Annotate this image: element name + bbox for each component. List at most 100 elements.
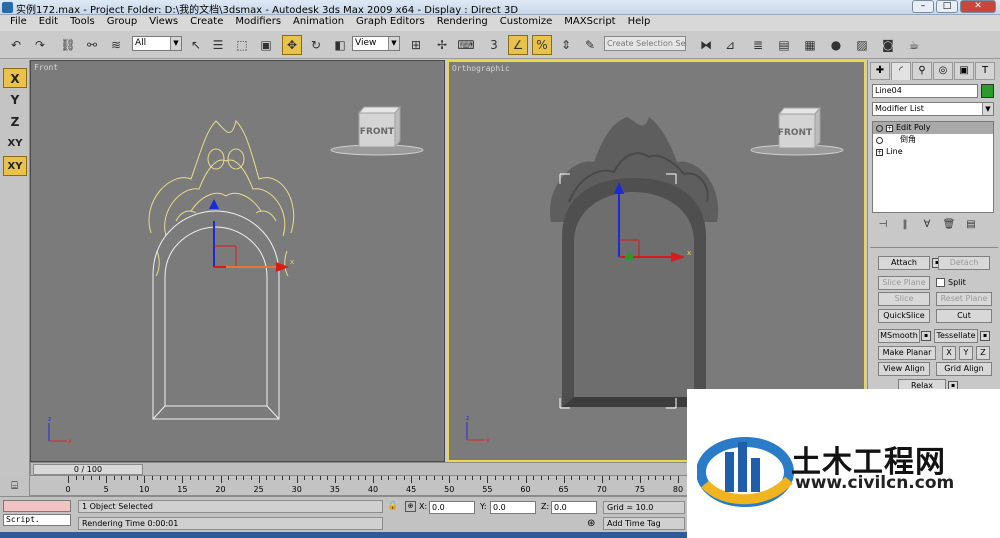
slice-button[interactable]: Slice xyxy=(878,292,930,306)
angle-snap-icon[interactable]: ∠ xyxy=(508,35,528,55)
axis-z-button[interactable]: Z xyxy=(3,112,27,132)
show-end-result-icon[interactable]: ‖ xyxy=(898,219,912,233)
reset-plane-button[interactable]: Reset Plane xyxy=(936,292,992,306)
menu-rendering[interactable]: Rendering xyxy=(431,15,494,31)
layer-manager-icon[interactable]: ≣ xyxy=(748,35,768,55)
x-coordinate-field[interactable]: 0.0 xyxy=(429,501,475,514)
stack-item-line[interactable]: + Line xyxy=(873,146,993,158)
window-crossing-icon[interactable]: ▣ xyxy=(256,35,276,55)
menu-group[interactable]: Group xyxy=(101,15,143,31)
object-color-swatch[interactable] xyxy=(981,84,994,98)
material-editor-icon[interactable]: ● xyxy=(826,35,846,55)
slice-plane-button[interactable]: Slice Plane xyxy=(878,276,930,290)
expand-icon[interactable]: + xyxy=(876,148,883,156)
motion-tab-icon[interactable]: ◎ xyxy=(933,62,953,80)
unlink-icon[interactable]: ⚯ xyxy=(82,35,102,55)
detach-button[interactable]: Detach xyxy=(938,256,990,270)
pivot-center-icon[interactable]: ⊞ xyxy=(406,35,426,55)
axis-y-button[interactable]: Y xyxy=(3,90,27,110)
edit-named-selections-icon[interactable]: ✎ xyxy=(580,35,600,55)
select-and-move-icon[interactable]: ✥ xyxy=(282,35,302,55)
make-planar-button[interactable]: Make Planar xyxy=(878,346,936,360)
snaps-toggle-icon[interactable]: 3 xyxy=(484,35,504,55)
redo-icon[interactable]: ↷ xyxy=(30,35,50,55)
minimize-button[interactable]: – xyxy=(912,0,934,13)
msmooth-button[interactable]: MSmooth xyxy=(878,329,920,343)
cut-button[interactable]: Cut xyxy=(936,309,992,323)
menu-tools[interactable]: Tools xyxy=(64,15,101,31)
lock-selection-icon[interactable]: 🔒 xyxy=(387,501,398,511)
quick-render-icon[interactable]: ☕ xyxy=(904,35,924,55)
remove-modifier-icon[interactable]: 🗑 xyxy=(942,219,956,233)
make-unique-icon[interactable]: ∀ xyxy=(920,219,934,233)
absolute-mode-toggle-icon[interactable]: ⊕ xyxy=(405,501,416,512)
named-selection-set-field[interactable]: Create Selection Set xyxy=(604,36,686,51)
axis-xy-button[interactable]: XY xyxy=(3,134,27,154)
schematic-view-icon[interactable]: ▦ xyxy=(800,35,820,55)
open-mini-curve-editor-icon[interactable]: ⌸ xyxy=(0,476,30,496)
stack-item-bevel[interactable]: 倒角 xyxy=(873,134,993,146)
mirror-icon[interactable]: ⧓ xyxy=(696,35,716,55)
select-by-name-icon[interactable]: ☰ xyxy=(208,35,228,55)
stack-item-edit-poly[interactable]: + Edit Poly xyxy=(873,122,993,134)
menu-graph-editors[interactable]: Graph Editors xyxy=(350,15,431,31)
axis-x-button[interactable]: X xyxy=(3,68,27,88)
time-slider-knob[interactable]: 0 / 100 xyxy=(33,464,143,475)
reference-coordinate-dropdown[interactable]: View ▼ xyxy=(352,36,400,51)
menu-edit[interactable]: Edit xyxy=(33,15,64,31)
menu-create[interactable]: Create xyxy=(184,15,229,31)
maxscript-mini-listener[interactable]: Script. xyxy=(3,514,71,526)
z-coordinate-field[interactable]: 0.0 xyxy=(551,501,597,514)
maxscript-listener-output[interactable] xyxy=(3,500,71,512)
menu-customize[interactable]: Customize xyxy=(494,15,559,31)
spinner-snap-icon[interactable]: ⇕ xyxy=(556,35,576,55)
select-and-link-icon[interactable]: ⛓ xyxy=(58,35,78,55)
menu-help[interactable]: Help xyxy=(622,15,657,31)
rendered-frame-icon[interactable]: ◙ xyxy=(878,35,898,55)
maximize-button[interactable]: □ xyxy=(936,0,958,13)
time-tag-icon[interactable]: ⊛ xyxy=(587,518,595,529)
selection-filter-dropdown[interactable]: All ▼ xyxy=(132,36,182,51)
tessellate-button[interactable]: Tessellate xyxy=(934,329,978,343)
create-tab-icon[interactable]: ✚ xyxy=(870,62,890,80)
configure-sets-icon[interactable]: ▤ xyxy=(964,219,978,233)
expand-icon[interactable]: + xyxy=(886,124,893,132)
quickslice-button[interactable]: QuickSlice xyxy=(878,309,930,323)
attach-button[interactable]: Attach xyxy=(878,256,930,270)
modifier-list-dropdown[interactable]: Modifier List ▼ xyxy=(872,102,994,116)
app-icon[interactable] xyxy=(2,2,13,13)
view-align-button[interactable]: View Align xyxy=(878,362,930,376)
curve-editor-icon[interactable]: ▤ xyxy=(774,35,794,55)
select-and-scale-icon[interactable]: ◧ xyxy=(330,35,350,55)
front-viewport[interactable]: Front FRONT x z x xyxy=(30,60,445,462)
rectangular-selection-icon[interactable]: ⬚ xyxy=(232,35,252,55)
bind-space-warp-icon[interactable]: ≋ xyxy=(106,35,126,55)
menu-maxscript[interactable]: MAXScript xyxy=(558,15,621,31)
lightbulb-icon[interactable] xyxy=(876,136,883,144)
select-and-manipulate-icon[interactable]: ✢ xyxy=(432,35,452,55)
menu-views[interactable]: Views xyxy=(143,15,184,31)
planar-z-button[interactable]: Z xyxy=(976,346,990,360)
percent-snap-icon[interactable]: % xyxy=(532,35,552,55)
undo-icon[interactable]: ↶ xyxy=(6,35,26,55)
grid-align-button[interactable]: Grid Align xyxy=(936,362,992,376)
planar-y-button[interactable]: Y xyxy=(959,346,973,360)
utilities-tab-icon[interactable]: T xyxy=(975,62,995,80)
tessellate-settings-icon[interactable]: ▪ xyxy=(980,331,990,341)
split-checkbox[interactable] xyxy=(936,278,945,287)
y-coordinate-field[interactable]: 0.0 xyxy=(490,501,536,514)
add-time-tag-button[interactable]: Add Time Tag xyxy=(603,517,685,530)
menu-file[interactable]: File xyxy=(4,15,33,31)
select-and-rotate-icon[interactable]: ↻ xyxy=(306,35,326,55)
close-button[interactable]: ✕ xyxy=(960,0,996,13)
lightbulb-icon[interactable] xyxy=(876,124,883,132)
hierarchy-tab-icon[interactable]: ⚲ xyxy=(912,62,932,80)
modify-tab-icon[interactable]: ◜ xyxy=(891,62,911,80)
msmooth-settings-icon[interactable]: ▪ xyxy=(921,331,931,341)
pin-stack-icon[interactable]: ⊣ xyxy=(876,219,890,233)
keyboard-shortcut-icon[interactable]: ⌨ xyxy=(456,35,476,55)
menu-modifiers[interactable]: Modifiers xyxy=(229,15,287,31)
render-setup-icon[interactable]: ▨ xyxy=(852,35,872,55)
axis-xy-cycle-button[interactable]: XY xyxy=(3,156,27,176)
display-tab-icon[interactable]: ▣ xyxy=(954,62,974,80)
